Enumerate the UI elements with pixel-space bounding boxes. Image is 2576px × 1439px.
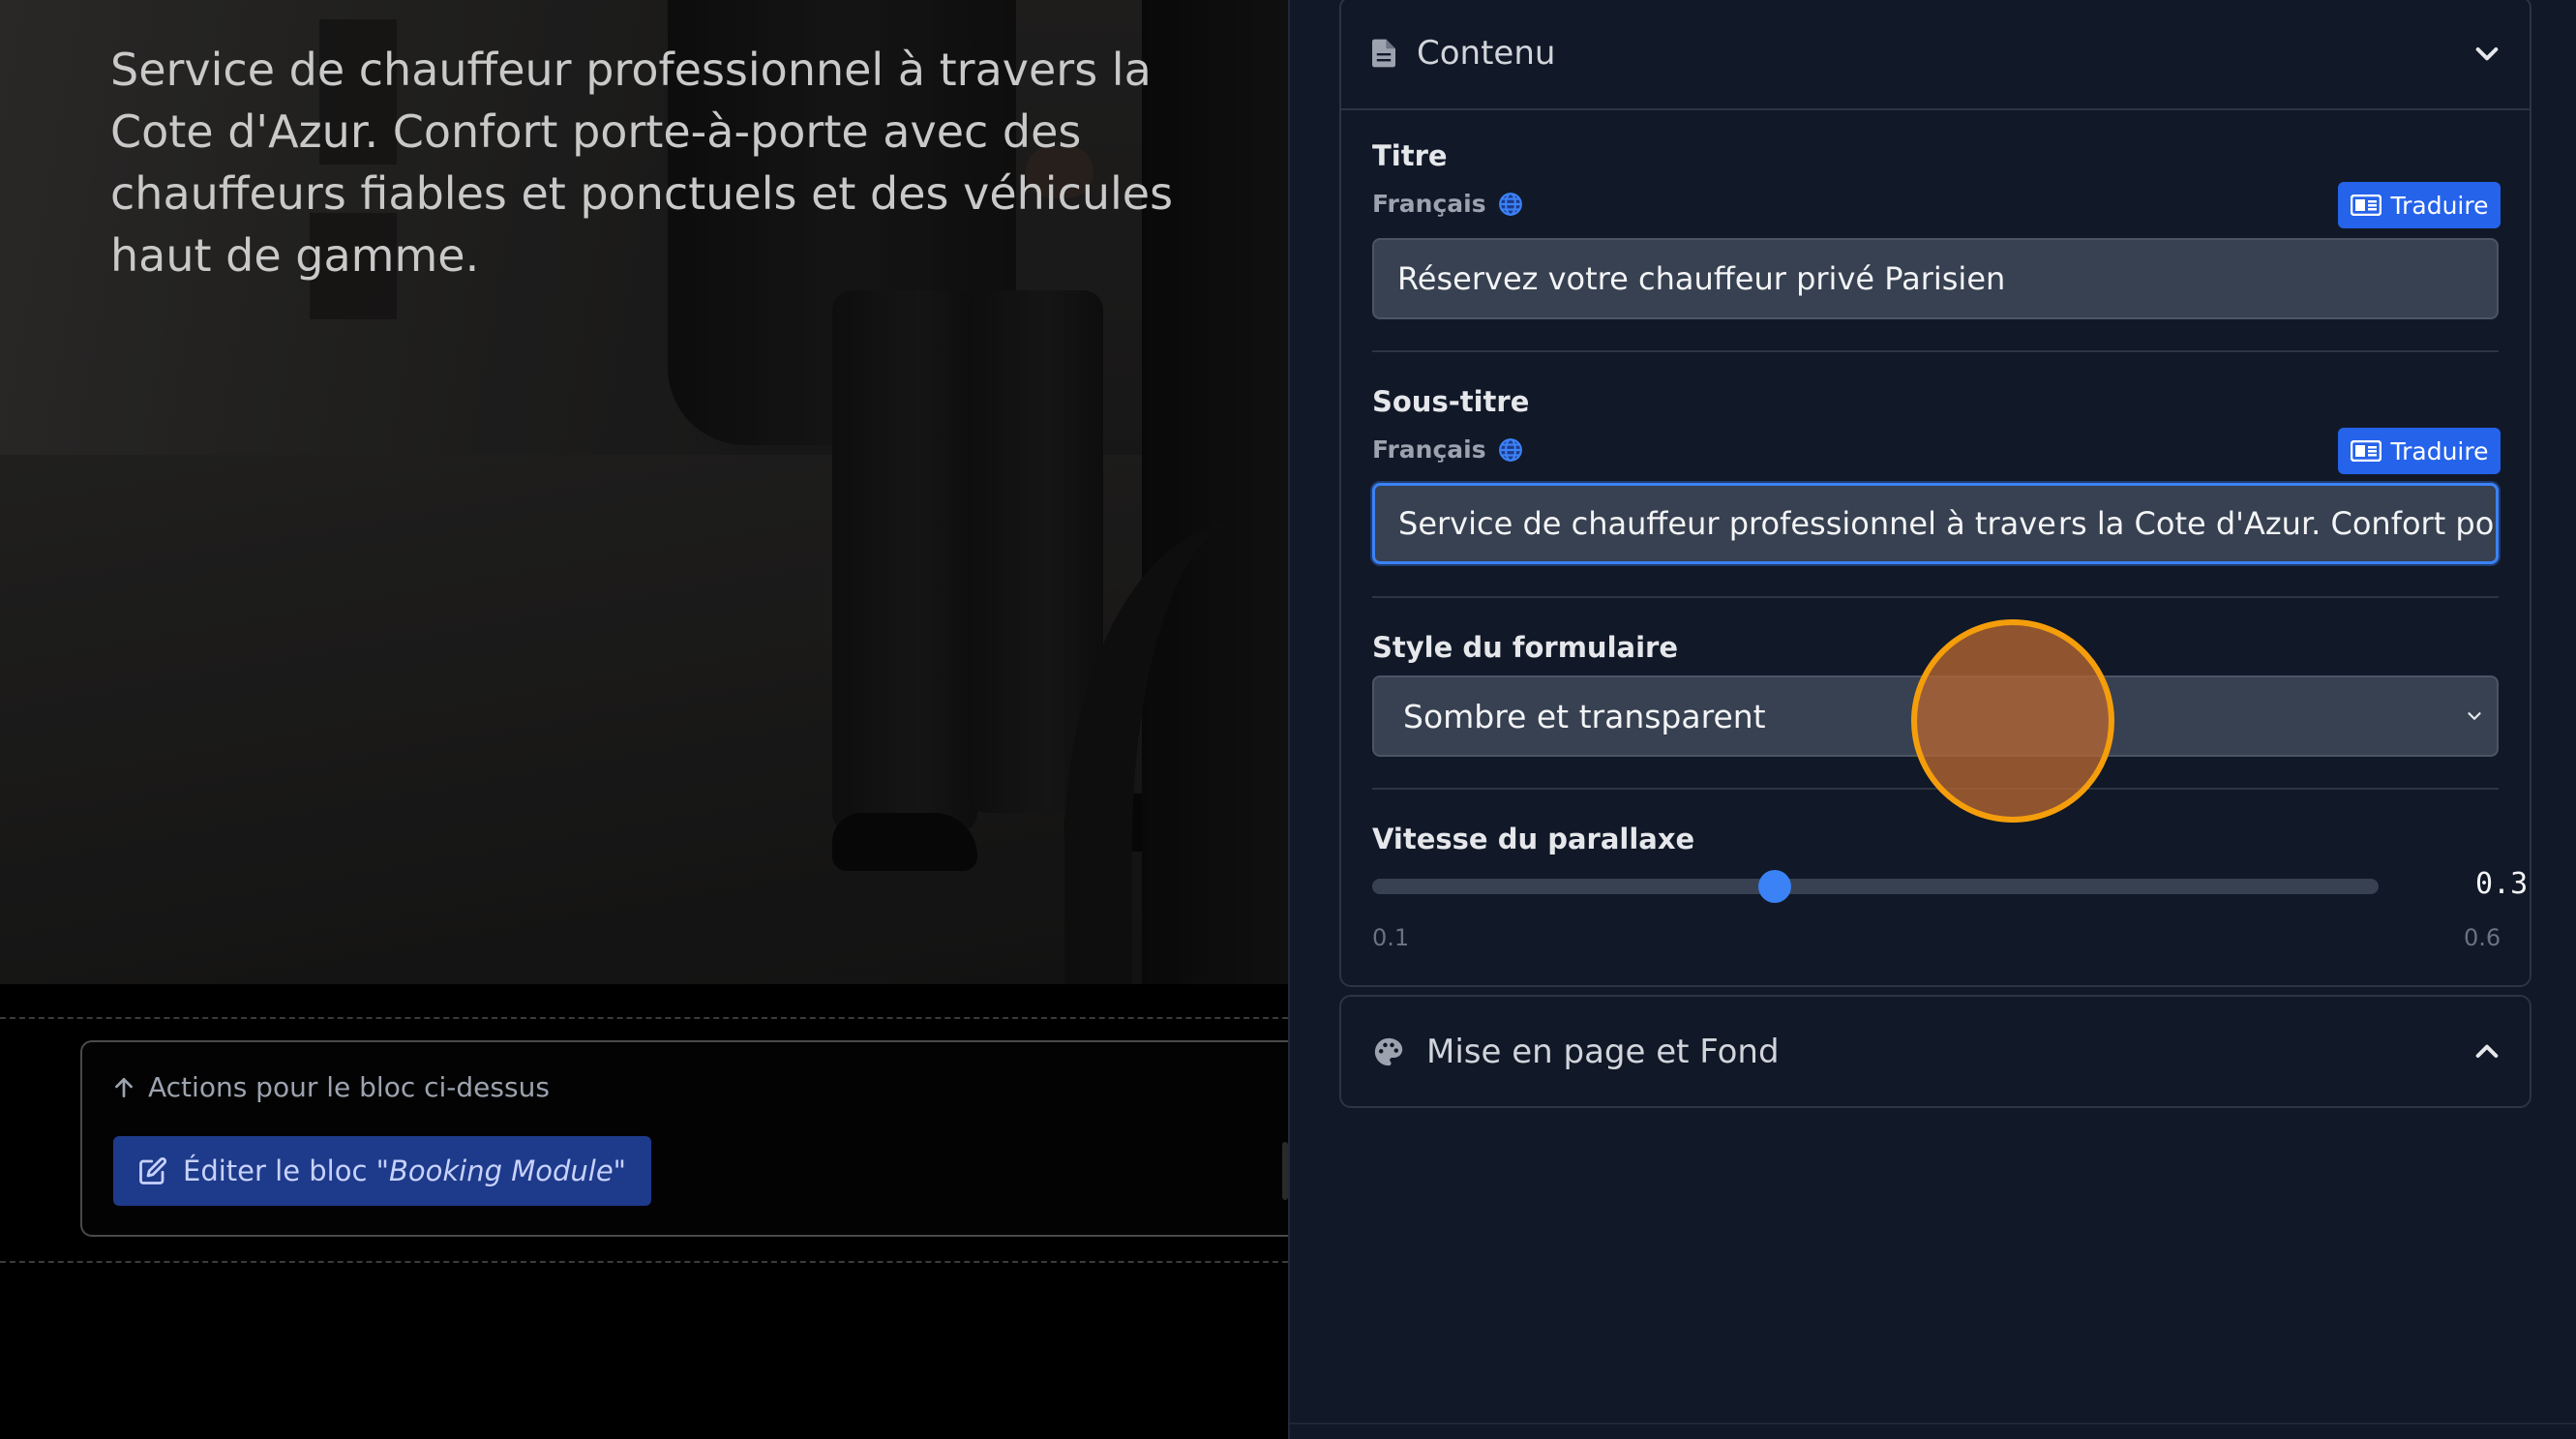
subtitle-translate-button[interactable]: Traduire [2338, 428, 2501, 474]
field-divider [1372, 350, 2499, 352]
field-divider [1372, 596, 2499, 598]
block-actions-label: Actions pour le bloc ci-dessus [148, 1071, 550, 1103]
page-preview: Service de chauffeur professionnel à tra… [0, 0, 1288, 1439]
parallax-slider-fill [1372, 879, 1775, 894]
field-divider [1372, 788, 2499, 790]
edit-block-label: Éditer le bloc "Booking Module" [183, 1154, 627, 1187]
chevron-down-icon[interactable] [2471, 38, 2502, 69]
edit-block-button[interactable]: Éditer le bloc "Booking Module" [113, 1136, 652, 1206]
parallax-max-label: 0.6 [2464, 924, 2501, 951]
subtitle-input-value: Service de chauffeur professionnel à tra… [1398, 505, 2056, 542]
content-section: Contenu Titre Français Traduire Réservez… [1339, 0, 2531, 987]
globe-icon [1498, 192, 1522, 216]
parallax-slider[interactable] [1372, 870, 2379, 903]
translate-icon [2350, 440, 2381, 462]
layout-section-header[interactable]: Mise en page et Fond [1339, 995, 2531, 1108]
edit-block-name: Booking Module [388, 1154, 614, 1187]
chevron-down-icon [2468, 712, 2481, 720]
subtitle-field-label: Sous-titre [1372, 385, 1530, 418]
form-style-selected: Sombre et transparent [1403, 697, 1766, 735]
title-field-label: Titre [1372, 139, 1448, 172]
edit-icon [139, 1156, 167, 1184]
parallax-speed-label: Vitesse du parallaxe [1372, 823, 1695, 855]
palette-icon [1374, 1037, 1403, 1065]
document-icon [1372, 39, 1395, 68]
subtitle-input[interactable]: Service de chauffeur professionnel à tra… [1372, 483, 2499, 564]
panel-footer-border [1290, 1423, 2576, 1424]
parallax-min-label: 0.1 [1372, 924, 1410, 951]
content-section-title: Contenu [1417, 34, 1556, 73]
title-language-label: Français [1372, 190, 1486, 218]
title-translate-button[interactable]: Traduire [2338, 182, 2501, 228]
arrow-up-icon [115, 1077, 133, 1097]
title-input[interactable]: Réservez votre chauffeur privé Parisien [1372, 238, 2499, 319]
hero-section: Service de chauffeur professionnel à tra… [0, 0, 1288, 984]
chevron-up-icon[interactable] [2471, 1036, 2502, 1067]
title-translate-label: Traduire [2390, 191, 2489, 220]
layout-section-title: Mise en page et Fond [1426, 1032, 1780, 1071]
translate-icon [2350, 195, 2381, 216]
content-section-header[interactable]: Contenu [1341, 0, 2530, 110]
subtitle-input-value-rest: rs la Cote d'Azur. Confort po [2057, 505, 2495, 542]
block-divider-bottom [0, 1261, 1288, 1263]
subtitle-translate-label: Traduire [2390, 436, 2489, 465]
parallax-value: 0.3 [2475, 867, 2529, 901]
block-actions-panel: Actions pour le bloc ci-dessus Éditer le… [80, 1040, 1288, 1237]
click-indicator [1911, 619, 2114, 823]
block-actions-title: Actions pour le bloc ci-dessus [111, 1071, 550, 1103]
title-input-value: Réservez votre chauffeur privé Parisien [1397, 260, 2006, 297]
title-language: Français [1372, 190, 1523, 218]
globe-icon [1498, 437, 1522, 462]
subtitle-language: Français [1372, 435, 1523, 464]
block-divider-top [0, 1017, 1288, 1019]
hero-subtitle: Service de chauffeur professionnel à tra… [110, 44, 1174, 282]
form-style-label: Style du formulaire [1372, 631, 1678, 664]
subtitle-language-label: Français [1372, 435, 1486, 464]
parallax-slider-thumb[interactable] [1758, 870, 1791, 903]
